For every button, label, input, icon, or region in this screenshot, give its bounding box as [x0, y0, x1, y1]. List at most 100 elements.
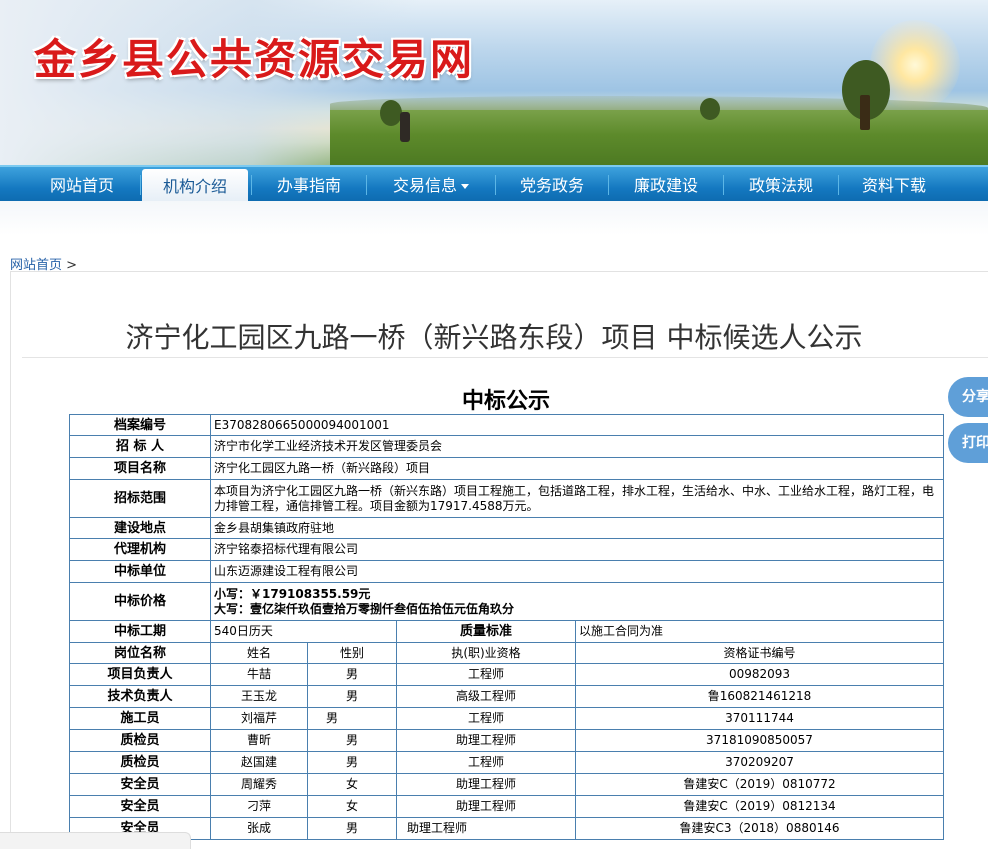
staff-header-gender: 性别 — [307, 642, 397, 664]
quality-value: 以施工合同为准 — [575, 620, 944, 643]
title-divider — [22, 357, 988, 358]
staff-qualification: 助理工程师 — [396, 773, 576, 796]
staff-position: 技术负责人 — [69, 685, 211, 708]
staff-header-row: 岗位名称 姓名 性别 执(职)业资格 资格证书编号 — [69, 642, 944, 664]
winner-value: 山东迈源建设工程有限公司 — [210, 560, 944, 583]
staff-header-cert-no: 资格证书编号 — [575, 642, 944, 664]
staff-name: 牛喆 — [210, 663, 308, 686]
location-value: 金乡县胡集镇政府驻地 — [210, 517, 944, 539]
site-banner: 金乡县公共资源交易网 — [0, 0, 988, 165]
staff-qualification: 工程师 — [396, 707, 576, 730]
staff-name: 刁萍 — [210, 795, 308, 818]
staff-position: 安全员 — [69, 773, 211, 796]
bid-info-table: 档案编号 E3708280665000094001001 招 标 人 济宁市化学… — [69, 414, 944, 840]
sub-nav-bar — [0, 201, 988, 235]
winner-label: 中标单位 — [69, 560, 211, 583]
print-button[interactable]: 打印 — [948, 423, 988, 463]
table-row: 建设地点 金乡县胡集镇政府驻地 — [69, 517, 944, 539]
table-row: 安全员 刁萍 女 助理工程师 鲁建安C（2019）0812134 — [69, 795, 944, 818]
tenderer-value: 济宁市化学工业经济技术开发区管理委员会 — [210, 435, 944, 458]
staff-cert-no: 鲁160821461218 — [575, 685, 944, 708]
staff-position: 质检员 — [69, 729, 211, 752]
price-small: 小写：￥179108355.59元 — [214, 586, 371, 601]
banner-bush — [700, 98, 720, 120]
period-label: 中标工期 — [69, 620, 211, 643]
staff-gender: 女 — [307, 795, 397, 818]
project-name-value: 济宁化工园区九路一桥（新兴路段）项目 — [210, 457, 944, 480]
nav-item-trade-info-label: 交易信息 — [392, 176, 457, 195]
price-big: 大写：壹亿柒仟玖佰壹拾万零捌仟叁佰伍拾伍元伍角玖分 — [214, 601, 515, 616]
table-row: 质检员 曹昕 男 助理工程师 37181090850057 — [69, 729, 944, 752]
staff-gender: 女 — [307, 773, 397, 796]
share-button[interactable]: 分享 — [948, 377, 988, 417]
horizontal-scrollbar[interactable] — [0, 832, 191, 849]
nav-item-integrity[interactable]: 廉政建设 — [609, 167, 723, 203]
price-value: 小写：￥179108355.59元 大写：壹亿柒仟玖佰壹拾万零捌仟叁佰伍拾伍元伍… — [210, 582, 944, 621]
nav-item-party[interactable]: 党务政务 — [496, 167, 608, 203]
price-label: 中标价格 — [69, 582, 211, 621]
staff-position: 项目负责人 — [69, 663, 211, 686]
nav-item-downloads[interactable]: 资料下载 — [839, 167, 949, 203]
nav-item-trade-info[interactable]: 交易信息 — [367, 167, 495, 203]
staff-qualification: 助理工程师 — [396, 817, 576, 840]
nav-item-home[interactable]: 网站首页 — [24, 167, 140, 203]
staff-cert-no: 370209207 — [575, 751, 944, 774]
staff-name: 曹昕 — [210, 729, 308, 752]
banner-field — [330, 110, 988, 165]
table-row: 质检员 赵国建 男 工程师 370209207 — [69, 751, 944, 774]
scope-value: 本项目为济宁化工园区九路一桥（新兴东路）项目工程施工，包括道路工程，排水工程，生… — [210, 479, 944, 518]
site-title[interactable]: 金乡县公共资源交易网 — [34, 26, 474, 87]
staff-qualification: 助理工程师 — [396, 729, 576, 752]
staff-cert-no: 鲁建安C3（2018）0880146 — [575, 817, 944, 840]
staff-gender: 男 — [307, 729, 397, 752]
chevron-down-icon — [461, 184, 469, 189]
scope-label: 招标范围 — [69, 479, 211, 518]
table-row: 招标范围 本项目为济宁化工园区九路一桥（新兴东路）项目工程施工，包括道路工程，排… — [69, 479, 944, 518]
staff-name: 王玉龙 — [210, 685, 308, 708]
table-row: 档案编号 E3708280665000094001001 — [69, 414, 944, 436]
staff-position: 施工员 — [69, 707, 211, 730]
staff-gender: 男 — [307, 707, 397, 730]
archive-no-value: E3708280665000094001001 — [210, 414, 944, 436]
agency-value: 济宁铭泰招标代理有限公司 — [210, 538, 944, 561]
staff-qualification: 助理工程师 — [396, 795, 576, 818]
nav-item-policy[interactable]: 政策法规 — [724, 167, 838, 203]
table-row: 项目负责人 牛喆 男 工程师 00982093 — [69, 663, 944, 686]
section-title: 中标公示 — [461, 389, 550, 414]
staff-header-name: 姓名 — [210, 642, 308, 664]
table-row: 安全员 张成 男 助理工程师 鲁建安C3（2018）0880146 — [69, 817, 944, 840]
staff-gender: 男 — [307, 685, 397, 708]
table-row: 中标单位 山东迈源建设工程有限公司 — [69, 560, 944, 583]
staff-cert-no: 鲁建安C（2019）0812134 — [575, 795, 944, 818]
table-row: 中标价格 小写：￥179108355.59元 大写：壹亿柒仟玖佰壹拾万零捌仟叁佰… — [69, 582, 944, 621]
quality-label: 质量标准 — [396, 620, 576, 643]
page-title: 济宁化工园区九路一桥（新兴路东段）项目 中标候选人公示 — [125, 321, 863, 354]
tenderer-label: 招 标 人 — [69, 435, 211, 458]
staff-gender: 男 — [307, 663, 397, 686]
staff-name: 刘福芹 — [210, 707, 308, 730]
project-name-label: 项目名称 — [69, 457, 211, 480]
nav-divider — [140, 175, 141, 195]
nav-item-guide[interactable]: 办事指南 — [252, 167, 366, 203]
table-row: 中标工期 540日历天 质量标准 以施工合同为准 — [69, 620, 944, 643]
banner-farmer — [400, 112, 410, 142]
staff-qualification: 工程师 — [396, 751, 576, 774]
banner-bush — [380, 100, 402, 126]
staff-name: 周耀秀 — [210, 773, 308, 796]
staff-cert-no: 鲁建安C（2019）0810772 — [575, 773, 944, 796]
archive-no-label: 档案编号 — [69, 414, 211, 436]
staff-cert-no: 370111744 — [575, 707, 944, 730]
nav-item-about[interactable]: 机构介绍 — [142, 169, 248, 203]
staff-header-qualification: 执(职)业资格 — [396, 642, 576, 664]
staff-gender: 男 — [307, 751, 397, 774]
staff-position: 质检员 — [69, 751, 211, 774]
main-nav: 网站首页 机构介绍 办事指南 交易信息 党务政务 廉政建设 政策法规 资料下载 — [0, 165, 988, 203]
location-label: 建设地点 — [69, 517, 211, 539]
table-row: 安全员 周耀秀 女 助理工程师 鲁建安C（2019）0810772 — [69, 773, 944, 796]
agency-label: 代理机构 — [69, 538, 211, 561]
table-row: 技术负责人 王玉龙 男 高级工程师 鲁160821461218 — [69, 685, 944, 708]
staff-gender: 男 — [307, 817, 397, 840]
staff-header-position: 岗位名称 — [69, 642, 211, 664]
table-row: 招 标 人 济宁市化学工业经济技术开发区管理委员会 — [69, 435, 944, 458]
table-row: 代理机构 济宁铭泰招标代理有限公司 — [69, 538, 944, 561]
